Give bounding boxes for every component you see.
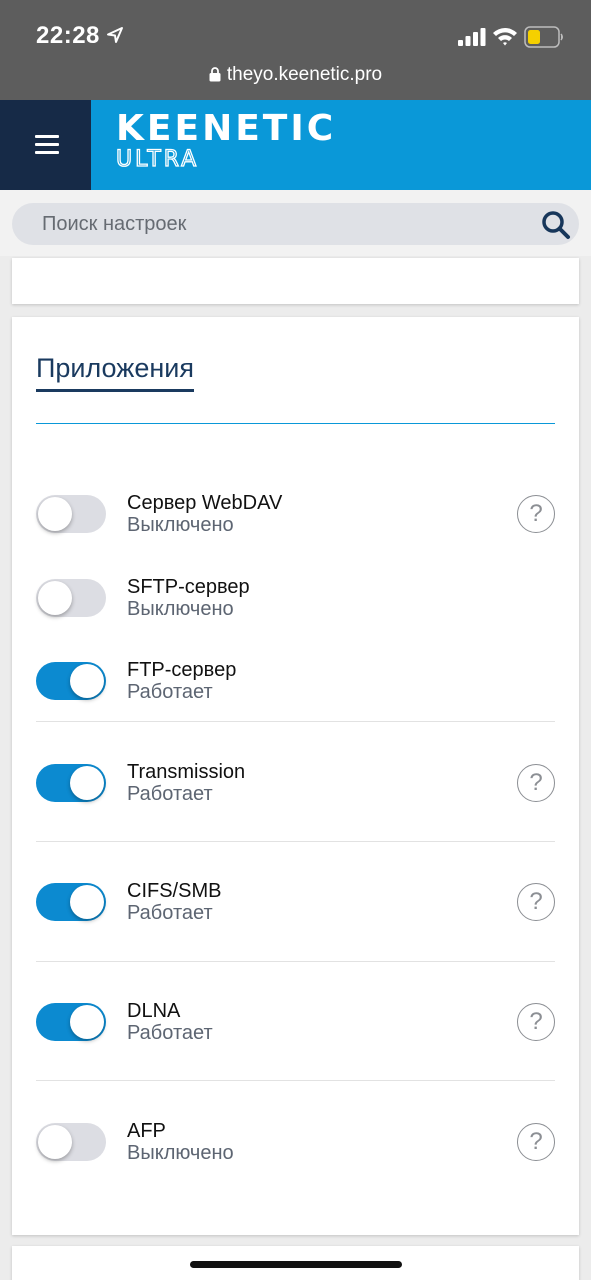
logo-brand: KEENETIC (116, 108, 336, 149)
toggle-knob (38, 581, 72, 615)
row-divider (36, 961, 555, 962)
hamburger-icon (35, 135, 59, 138)
app-row: AFP Выключено ? (36, 1120, 555, 1183)
app-status: Выключено (127, 598, 234, 620)
app-toggle[interactable] (36, 1123, 106, 1161)
toggle-knob (38, 1125, 72, 1159)
row-divider (36, 1080, 555, 1081)
app-toggle[interactable] (36, 883, 106, 921)
app-status: Выключено (127, 514, 234, 536)
section-title: Приложения (36, 353, 194, 392)
app-status: Выключено (127, 1142, 234, 1164)
hamburger-icon-line (35, 151, 59, 154)
help-icon[interactable]: ? (517, 1003, 555, 1041)
app-header: KEENETIC ULTRA (0, 100, 591, 190)
app-name: DLNA (127, 1000, 181, 1022)
help-icon[interactable]: ? (517, 495, 555, 533)
toggle-knob (70, 1005, 104, 1039)
app-name: Transmission (127, 761, 246, 783)
app-name: AFP (127, 1120, 166, 1142)
home-indicator[interactable] (190, 1261, 402, 1268)
applications-card: Приложения Сервер WebDAV Выключено ? SFT… (12, 317, 579, 1235)
app-row: Transmission Работает ? (36, 761, 555, 824)
url-text: theyo.keenetic.pro (226, 64, 383, 85)
app-toggle[interactable] (36, 764, 106, 802)
toggle-knob (70, 766, 104, 800)
app-row: FTP-сервер Работает (36, 659, 555, 722)
toggle-knob (70, 885, 104, 919)
search-icon[interactable] (541, 210, 571, 240)
row-divider (36, 721, 555, 722)
logo-model: ULTRA (116, 147, 199, 172)
app-row: CIFS/SMB Работает ? (36, 880, 555, 943)
toggle-knob (70, 664, 104, 698)
cellular-signal-icon (458, 28, 486, 46)
help-icon[interactable]: ? (517, 1123, 555, 1161)
app-status: Работает (127, 902, 213, 924)
app-toggle[interactable] (36, 1003, 106, 1041)
app-toggle[interactable] (36, 579, 106, 617)
keenetic-logo: KEENETIC ULTRA (116, 108, 336, 173)
battery-icon (524, 26, 563, 48)
search-box (12, 203, 579, 245)
app-status: Работает (127, 681, 213, 703)
app-row: Сервер WebDAV Выключено ? (36, 492, 555, 555)
help-icon[interactable]: ? (517, 764, 555, 802)
row-divider (36, 841, 555, 842)
app-status: Работает (127, 783, 213, 805)
app-name: CIFS/SMB (127, 880, 222, 902)
app-row: DLNA Работает ? (36, 1000, 555, 1063)
app-status: Работает (127, 1022, 213, 1044)
section-divider (36, 423, 555, 424)
app-row: SFTP-сервер Выключено (36, 576, 555, 639)
previous-card (12, 258, 579, 304)
lock-icon (209, 67, 221, 82)
search-area (0, 190, 591, 256)
help-icon[interactable]: ? (517, 883, 555, 921)
location-arrow-icon (107, 27, 123, 43)
clock: 22:28 (36, 22, 100, 49)
app-toggle[interactable] (36, 662, 106, 700)
app-name: Сервер WebDAV (127, 492, 283, 514)
menu-button[interactable] (0, 100, 91, 190)
address-bar[interactable]: theyo.keenetic.pro (0, 64, 591, 86)
search-input[interactable] (42, 203, 522, 245)
app-name: FTP-сервер (127, 659, 237, 681)
wifi-icon (493, 28, 517, 46)
app-toggle[interactable] (36, 495, 106, 533)
hamburger-icon-line (35, 143, 59, 146)
app-name: SFTP-сервер (127, 576, 250, 598)
status-bar: 22:28 theyo.keenetic.pro (0, 0, 591, 100)
toggle-knob (38, 497, 72, 531)
